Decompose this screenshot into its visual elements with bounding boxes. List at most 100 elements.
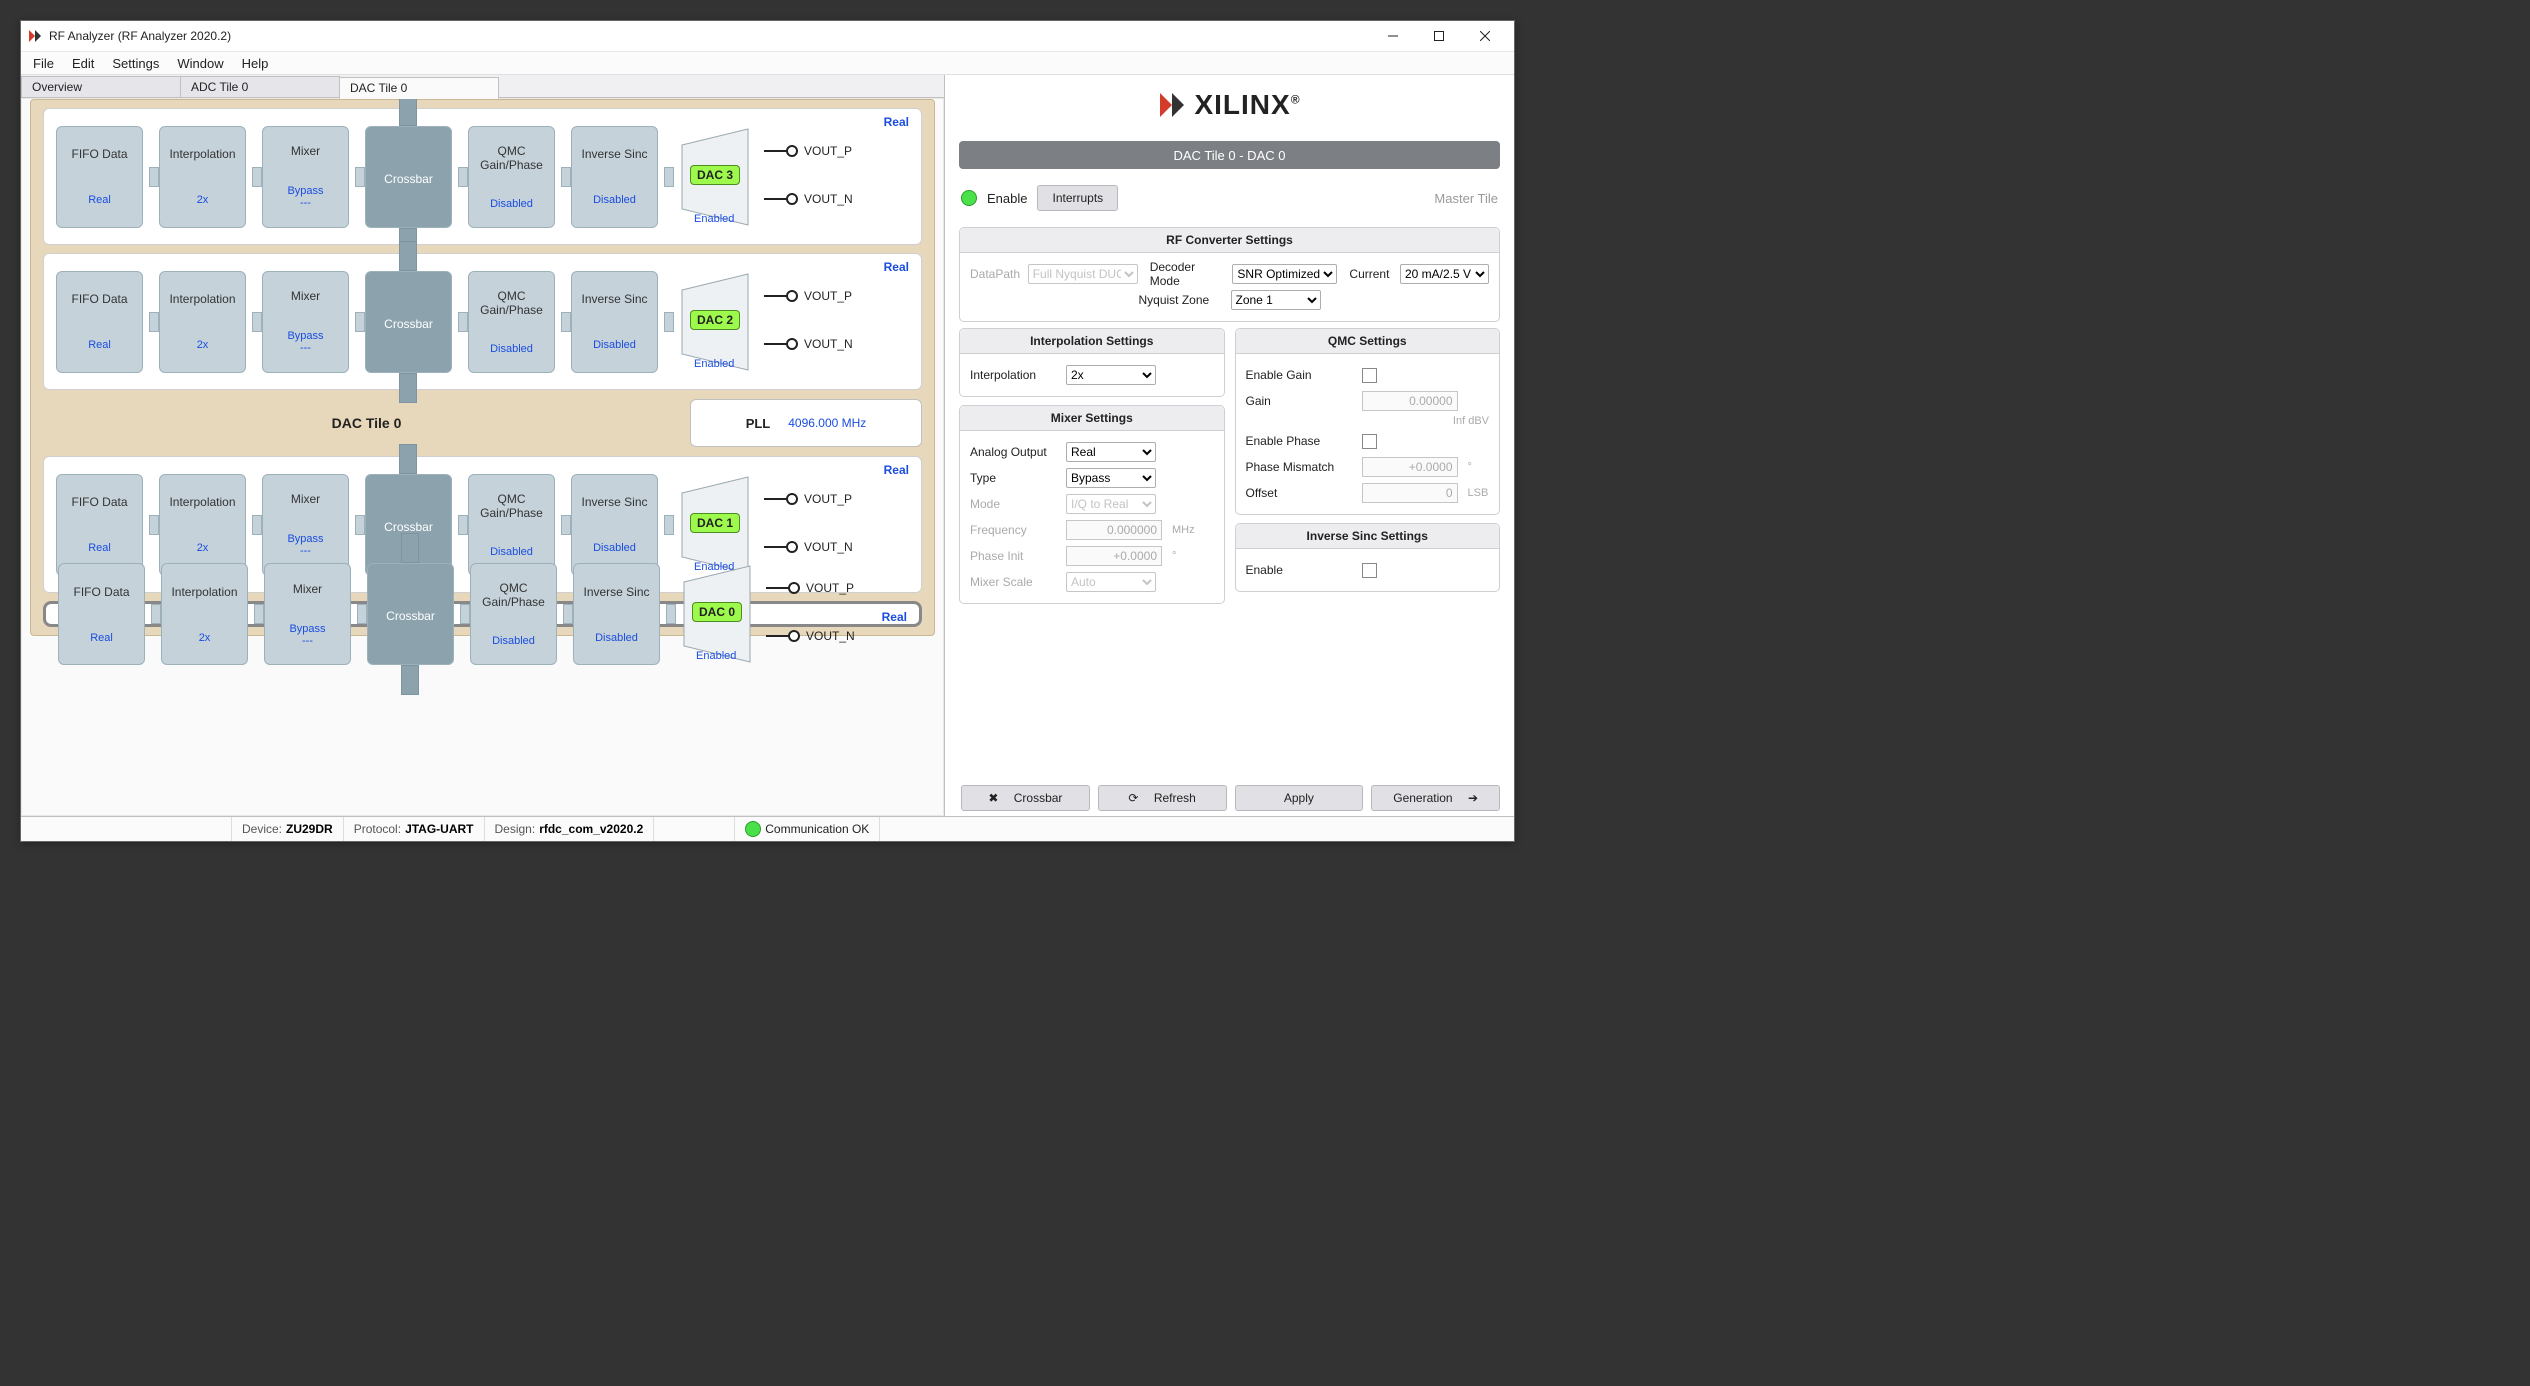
datapath-label: DataPath xyxy=(970,267,1022,281)
tab-bar: Overview ADC Tile 0 DAC Tile 0 xyxy=(21,75,944,98)
connector xyxy=(252,312,262,332)
interpolation-label: Interpolation xyxy=(970,368,1060,382)
block-mixer[interactable]: MixerBypass--- xyxy=(262,271,349,373)
decoder-select[interactable]: SNR Optimized xyxy=(1232,264,1337,284)
mixer-phase-input xyxy=(1066,546,1162,566)
block-inverse-sinc[interactable]: Inverse SincDisabled xyxy=(571,474,658,576)
connector xyxy=(149,312,159,332)
phase-mismatch-label: Phase Mismatch xyxy=(1246,460,1356,474)
block-inverse-sinc[interactable]: Inverse SincDisabled xyxy=(571,126,658,228)
dac-block[interactable]: DAC 1Enabled xyxy=(680,475,758,575)
connector xyxy=(664,515,674,535)
outputs: VOUT_PVOUT_N xyxy=(766,581,855,643)
minimize-button[interactable] xyxy=(1370,22,1416,50)
tab-adc-tile-0[interactable]: ADC Tile 0 xyxy=(180,76,340,97)
output-vout_n: VOUT_N xyxy=(764,540,853,554)
dac-row-dac-2[interactable]: RealFIFO DataRealInterpolation2xMixerByp… xyxy=(43,253,922,390)
diagram-canvas: RealFIFO DataRealInterpolation2xMixerByp… xyxy=(30,99,935,636)
inverse-sinc-title: Inverse Sinc Settings xyxy=(1236,524,1500,549)
block-interpolation[interactable]: Interpolation2x xyxy=(161,563,248,665)
enable-phase-checkbox[interactable] xyxy=(1362,434,1377,449)
block-mixer[interactable]: MixerBypass--- xyxy=(262,474,349,576)
menu-file[interactable]: File xyxy=(25,54,62,73)
menu-edit[interactable]: Edit xyxy=(64,54,102,73)
mixer-title: Mixer Settings xyxy=(960,406,1224,431)
decoder-label: Decoder Mode xyxy=(1150,260,1227,288)
gain-sub-label: Inf dBV xyxy=(1453,415,1489,427)
block-qmc-gain-phase[interactable]: QMC Gain/PhaseDisabled xyxy=(468,271,555,373)
refresh-button[interactable]: ⟳ Refresh xyxy=(1098,785,1227,811)
block-mixer[interactable]: MixerBypass--- xyxy=(262,126,349,228)
mixer-type-select[interactable]: Bypass xyxy=(1066,468,1156,488)
connector xyxy=(561,515,571,535)
block-interpolation[interactable]: Interpolation2x xyxy=(159,126,246,228)
status-proto-v: JTAG-UART xyxy=(405,822,473,836)
tab-overview[interactable]: Overview xyxy=(21,76,181,97)
enable-label: Enable xyxy=(987,191,1027,206)
connector xyxy=(149,515,159,535)
panel-header: DAC Tile 0 - DAC 0 xyxy=(959,141,1500,169)
block-interpolation[interactable]: Interpolation2x xyxy=(159,271,246,373)
mixer-phase-label: Phase Init xyxy=(970,549,1060,563)
qmc-title: QMC Settings xyxy=(1236,329,1500,354)
menu-help[interactable]: Help xyxy=(234,54,277,73)
block-fifo-data[interactable]: FIFO DataReal xyxy=(58,563,145,665)
pll-block[interactable]: PLL4096.000 MHz xyxy=(690,399,922,447)
output-vout_p: VOUT_P xyxy=(764,492,853,506)
output-vout_n: VOUT_N xyxy=(766,629,855,643)
block-mixer[interactable]: MixerBypass--- xyxy=(264,563,351,665)
block-qmc-gain-phase[interactable]: QMC Gain/PhaseDisabled xyxy=(468,474,555,576)
close-button[interactable] xyxy=(1462,22,1508,50)
block-crossbar[interactable]: Crossbar xyxy=(365,271,452,373)
tile-info-row: DAC Tile 0 PLL4096.000 MHz xyxy=(43,398,922,448)
menu-settings[interactable]: Settings xyxy=(104,54,167,73)
apply-button[interactable]: Apply xyxy=(1235,785,1364,811)
tab-dac-tile-0[interactable]: DAC Tile 0 xyxy=(339,77,499,99)
dac-block[interactable]: DAC 3Enabled xyxy=(680,127,758,227)
current-select[interactable]: 20 mA/2.5 V xyxy=(1400,264,1489,284)
maximize-button[interactable] xyxy=(1416,22,1462,50)
phase-mismatch-input xyxy=(1362,457,1458,477)
interrupts-button[interactable]: Interrupts xyxy=(1037,185,1118,211)
interpolation-select[interactable]: 2x xyxy=(1066,365,1156,385)
outputs: VOUT_P VOUT_N xyxy=(764,144,853,206)
dac-row-dac-0[interactable]: RealFIFO DataRealInterpolation2xMixerByp… xyxy=(43,601,922,627)
arrow-right-icon: ➔ xyxy=(1468,791,1478,805)
dac-block[interactable]: DAC 2Enabled xyxy=(680,272,758,372)
output-vout_n: VOUT_N xyxy=(764,192,853,206)
output-vout_p: VOUT_P xyxy=(764,144,853,158)
xilinx-logo-icon xyxy=(1158,91,1186,119)
block-fifo-data[interactable]: FIFO DataReal xyxy=(56,271,143,373)
block-inverse-sinc[interactable]: Inverse SincDisabled xyxy=(571,271,658,373)
enable-gain-checkbox[interactable] xyxy=(1362,368,1377,383)
block-fifo-data[interactable]: FIFO DataReal xyxy=(56,126,143,228)
block-inverse-sinc[interactable]: Inverse SincDisabled xyxy=(573,563,660,665)
connector xyxy=(252,167,262,187)
block-crossbar[interactable]: Crossbar xyxy=(365,126,452,228)
mixer-scale-select: Auto xyxy=(1066,572,1156,592)
block-qmc-gain-phase[interactable]: QMC Gain/PhaseDisabled xyxy=(470,563,557,665)
connector xyxy=(357,604,367,624)
generation-button[interactable]: Generation ➔ xyxy=(1371,785,1500,811)
status-design-k: Design: xyxy=(495,822,536,836)
status-comm: Communication OK xyxy=(765,822,869,836)
mixer-type-label: Type xyxy=(970,471,1060,485)
enable-gain-label: Enable Gain xyxy=(1246,368,1356,382)
nyquist-select[interactable]: Zone 1 xyxy=(1231,290,1321,310)
dac-row-dac-3[interactable]: RealFIFO DataRealInterpolation2xMixerByp… xyxy=(43,108,922,245)
block-crossbar[interactable]: Crossbar xyxy=(367,563,454,665)
analog-output-select[interactable]: Real xyxy=(1066,442,1156,462)
block-qmc-gain-phase[interactable]: QMC Gain/PhaseDisabled xyxy=(468,126,555,228)
interpolation-title: Interpolation Settings xyxy=(960,329,1224,354)
connector xyxy=(458,515,468,535)
crossbar-button[interactable]: ✖ Crossbar xyxy=(961,785,1090,811)
mixer-mode-label: Mode xyxy=(970,497,1060,511)
outputs: VOUT_PVOUT_N xyxy=(764,289,853,351)
close-icon: ✖ xyxy=(988,791,998,805)
refresh-icon: ⟳ xyxy=(1128,791,1138,805)
dac-block[interactable]: DAC 0Enabled xyxy=(682,564,760,664)
invsinc-enable-checkbox[interactable] xyxy=(1362,563,1377,578)
block-interpolation[interactable]: Interpolation2x xyxy=(159,474,246,576)
menu-window[interactable]: Window xyxy=(169,54,231,73)
block-fifo-data[interactable]: FIFO DataReal xyxy=(56,474,143,576)
